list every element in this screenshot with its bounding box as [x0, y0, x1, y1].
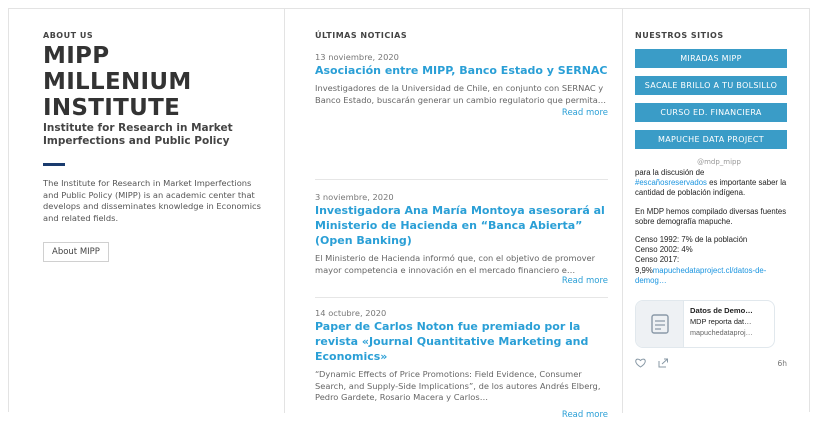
news-title-link[interactable]: Paper de Carlos Noton fue premiado por l…	[315, 319, 608, 364]
tweet-actions: 6h	[635, 358, 787, 368]
news-date: 3 noviembre, 2020	[315, 192, 394, 202]
institute-subtitle: Institute for Research in Market Imperfe…	[43, 122, 233, 147]
heart-icon[interactable]	[635, 358, 646, 368]
hashtag-link[interactable]: #escañosreservados	[635, 178, 707, 187]
title-line-2: MILLENIUM	[43, 69, 192, 95]
read-more-link[interactable]: Read more	[562, 410, 608, 420]
tweet-paragraph: En MDP hemos compilado diversas fuentes …	[635, 206, 787, 226]
tweet-time[interactable]: 6h	[777, 359, 787, 368]
census-value: 9,9%	[635, 265, 653, 275]
site-button-sacale-brillo[interactable]: SACALE BRILLO A TU BOLSILLO	[635, 76, 787, 95]
about-label: ABOUT US	[43, 31, 94, 40]
tweet-census-line: Censo 2002: 4%	[635, 245, 693, 255]
tweet-census-line: Censo 1992: 7% de la población	[635, 235, 748, 245]
card-url: mapuchedataproj…	[690, 328, 753, 338]
news-item: 13 noviembre, 2020 Asociación entre MIPP…	[315, 52, 608, 180]
page-frame: ABOUT US MIPP MILLENIUM INSTITUTE Instit…	[8, 8, 811, 420]
card-title: Datos de Demo…	[690, 306, 753, 316]
news-title-link[interactable]: Asociación entre MIPP, Banco Estado y SE…	[315, 63, 608, 78]
divider-bar	[43, 163, 65, 166]
tweet-text: para la discusión de #escañosreservados …	[635, 168, 795, 286]
link-preview-card[interactable]: Datos de Demo… MDP reporta dat… mapuched…	[635, 300, 775, 349]
news-date: 13 noviembre, 2020	[315, 52, 399, 62]
share-icon[interactable]	[658, 358, 669, 368]
news-excerpt: “Dynamic Effects of Price Promotions: Fi…	[315, 369, 601, 402]
about-mipp-button[interactable]: About MIPP	[43, 242, 109, 262]
about-section: ABOUT US MIPP MILLENIUM INSTITUTE Instit…	[9, 9, 285, 413]
card-body: Datos de Demo… MDP reporta dat… mapuched…	[684, 301, 758, 347]
read-more-link[interactable]: Read more	[562, 108, 608, 118]
site-buttons: MIRADAS MIPP SACALE BRILLO A TU BOLSILLO…	[635, 49, 811, 149]
tweet-census-line: Censo 2017:	[635, 255, 680, 265]
tweet-line: #escañosreservados es importante saber l…	[635, 178, 795, 198]
title-line-3: INSTITUTE	[43, 95, 181, 121]
site-button-miradas[interactable]: MIRADAS MIPP	[635, 49, 787, 68]
sites-section: NUESTROS SITIOS MIRADAS MIPP SACALE BRIL…	[623, 9, 811, 413]
read-more-link[interactable]: Read more	[562, 276, 608, 286]
news-item: 14 octubre, 2020 Paper de Carlos Noton f…	[315, 308, 608, 428]
embedded-tweet: @mdp_mipp para la discusión de #escañosr…	[635, 158, 795, 368]
site-button-mapuche-data[interactable]: MAPUCHE DATA PROJECT	[635, 130, 787, 149]
news-date: 14 octubre, 2020	[315, 308, 387, 318]
tweet-link[interactable]: mapuchedataproject.cl/datos-de-demog…	[635, 266, 766, 285]
news-excerpt: Investigadores de la Universidad de Chil…	[315, 83, 607, 105]
sites-heading: NUESTROS SITIOS	[635, 31, 724, 40]
news-item: 3 noviembre, 2020 Investigadora Ana Marí…	[315, 192, 608, 298]
institute-title: MIPP MILLENIUM INSTITUTE	[43, 43, 264, 121]
news-section: ÚLTIMAS NOTICIAS 13 noviembre, 2020 Asoc…	[285, 9, 623, 420]
news-heading: ÚLTIMAS NOTICIAS	[315, 31, 408, 40]
title-line-1: MIPP	[43, 43, 110, 69]
news-title-link[interactable]: Investigadora Ana María Montoya asesorar…	[315, 203, 608, 248]
about-description: The Institute for Research in Market Imp…	[43, 178, 261, 223]
tweet-line: para la discusión de	[635, 168, 705, 177]
site-button-curso-financiera[interactable]: CURSO ED. FINANCIERA	[635, 103, 787, 122]
news-excerpt: El Ministerio de Hacienda informó que, c…	[315, 253, 596, 275]
tweet-census-line: 9,9%mapuchedataproject.cl/datos-de-demog…	[635, 266, 795, 286]
tweet-handle[interactable]: @mdp_mipp	[643, 158, 795, 166]
card-description: MDP reporta dat…	[690, 317, 752, 327]
document-icon	[636, 301, 684, 348]
